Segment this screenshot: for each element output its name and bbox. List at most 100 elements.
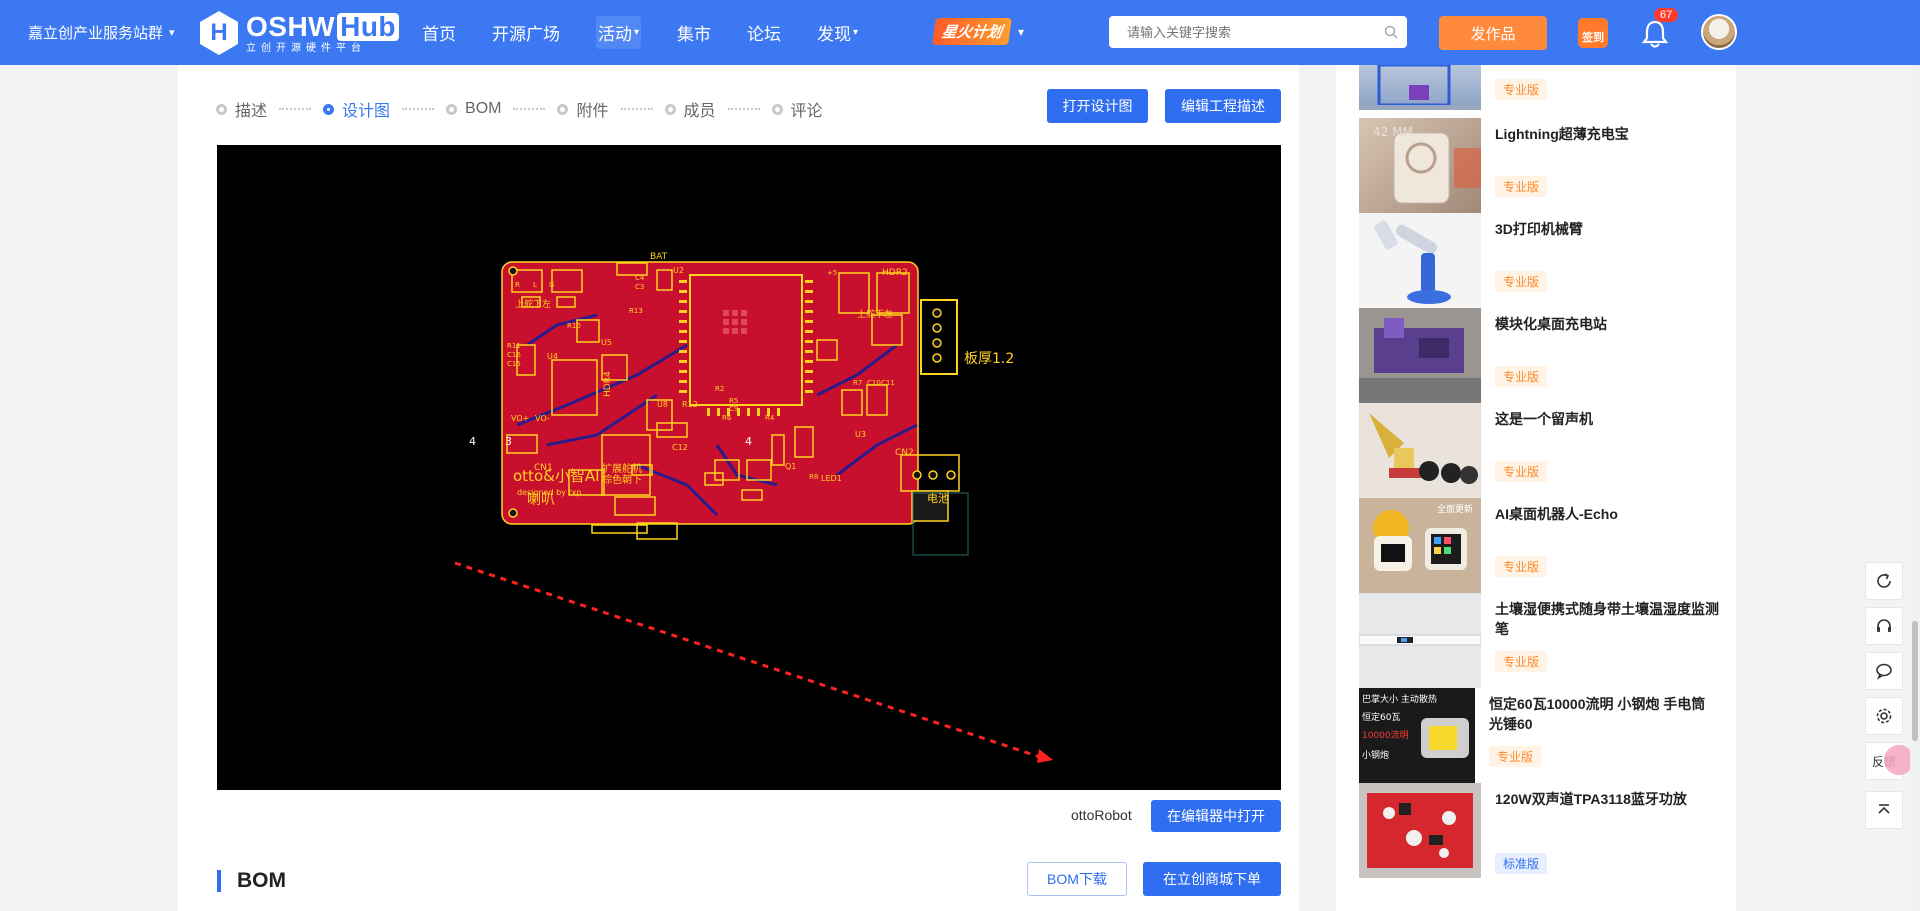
step-separator — [402, 108, 435, 110]
pcb-silk-r10: R10 — [567, 322, 581, 330]
pcb-silk-hdr4: HDR4 — [603, 371, 613, 397]
project-thumbnail — [1359, 403, 1481, 498]
pcb-designer-label: designed by txp — [517, 488, 581, 497]
pcb-silk-servo-dir-left: 上舵下左 — [515, 298, 551, 310]
project-card[interactable]: 3D打印机械臂 专业版 — [1359, 213, 1719, 308]
pcb-silk-vo-plus: VO+ — [511, 414, 529, 423]
pcb-silk-u2: U2 — [673, 266, 684, 275]
project-card-title: 模块化桌面充电站 — [1495, 316, 1607, 332]
pcb-silk-vo-minus: VO- — [535, 414, 550, 423]
pcb-silk-r8: R8 — [809, 473, 818, 481]
search-icon[interactable] — [1375, 25, 1407, 39]
bom-section-header: BOM — [217, 869, 286, 893]
pcb-silk-u8: U8 — [657, 400, 668, 409]
step-description[interactable]: 描述 — [216, 97, 267, 121]
edition-tag: 专业版 — [1495, 651, 1548, 672]
pcb-silk-q1: Q1 — [785, 462, 796, 471]
nav-forum[interactable]: 论坛 — [747, 20, 781, 45]
back-to-top-icon[interactable] — [1865, 791, 1903, 829]
step-comments[interactable]: 评论 — [771, 97, 823, 121]
pcb-design-viewer[interactable]: 扩展舵机 棕色朝下 喇叭 电池 上舵下左 上舵下左 HDR4 HDR2 CN1 … — [217, 145, 1281, 790]
project-thumbnail[interactable] — [1359, 63, 1481, 110]
open-in-editor-button[interactable]: 在编辑器中打开 — [1151, 800, 1281, 832]
logo-mark-icon: H — [200, 11, 238, 55]
pcb-silk-c4: C4 — [635, 274, 645, 282]
edition-tag: 专业版 — [1495, 556, 1548, 577]
chat-icon[interactable] — [1865, 652, 1903, 690]
scrollbar-thumb[interactable] — [1912, 621, 1918, 741]
pcb-silk-r12: R12 — [682, 400, 698, 409]
step-dot-icon — [216, 103, 227, 115]
nav-home[interactable]: 首页 — [422, 20, 456, 45]
pcb-silk-u5: U5 — [601, 338, 612, 347]
pcb-silk-hdr2: HDR2 — [882, 268, 908, 278]
section-accent-bar — [217, 870, 221, 892]
project-card-title: 恒定60瓦10000流明 小钢炮 手电筒光锤60 — [1489, 696, 1706, 732]
step-attachments-label: 附件 — [576, 103, 609, 120]
refresh-icon[interactable] — [1865, 562, 1903, 600]
project-thumbnail — [1359, 308, 1481, 403]
edit-description-button[interactable]: 编辑工程描述 — [1165, 89, 1281, 123]
pcb-thickness-label: 板厚1.2 — [964, 351, 1014, 367]
chevron-down-icon: ▾ — [634, 27, 640, 38]
edition-tag: 标准版 — [1495, 853, 1548, 874]
project-card[interactable]: 模块化桌面充电站 专业版 — [1359, 308, 1719, 403]
project-card-title: 土壤湿便携式随身带土壤温湿度监测笔 — [1495, 601, 1719, 637]
pcb-silk-battery: 电池 — [927, 492, 949, 505]
settings-icon[interactable] — [1865, 697, 1903, 735]
notification-bell-icon[interactable]: 67 — [1640, 8, 1679, 50]
nav-open-square-label: 开源广场 — [492, 25, 560, 44]
nav-market[interactable]: 集市 — [677, 20, 711, 45]
pcb-silk-r4: R4 — [765, 414, 775, 422]
project-card[interactable]: 巴掌大小 主动散热 恒定60瓦 10000流明 小钢炮 恒定60瓦10000流明… — [1359, 688, 1719, 783]
project-card-title: 120W双声道TPA3118蓝牙功放 — [1495, 791, 1687, 807]
nav-activity[interactable]: 活动 ▾ — [596, 16, 642, 49]
project-card-title: 这是一个留声机 — [1495, 411, 1593, 427]
step-attachments[interactable]: 附件 — [557, 97, 609, 121]
project-card[interactable]: 120W双声道TPA3118蓝牙功放 标准版 — [1359, 783, 1719, 878]
order-on-lcsc-button[interactable]: 在立创商城下单 — [1143, 862, 1281, 896]
project-thumbnail: 全面更新 — [1359, 498, 1481, 593]
feedback-button[interactable]: 反馈 — [1865, 742, 1914, 780]
thumb-caption: 小钢炮 — [1362, 749, 1389, 761]
open-design-button[interactable]: 打开设计图 — [1047, 89, 1148, 123]
step-dot-icon — [446, 103, 458, 115]
nav-open-square[interactable]: 开源广场 — [492, 20, 560, 45]
pcb-power-pins — [912, 470, 956, 480]
pcb-board-label: otto&小智AI — [513, 467, 600, 485]
step-separator — [727, 108, 760, 110]
org-selector[interactable]: 嘉立创产业服务站群 ▾ — [28, 22, 175, 43]
main-nav: 首页 开源广场 活动 ▾ 集市 论坛 发现 ▾ — [422, 0, 894, 65]
site-logo[interactable]: H OSHW Hub 立创开源硬件平台 — [200, 10, 400, 56]
pcb-render: 扩展舵机 棕色朝下 喇叭 电池 上舵下左 上舵下左 HDR4 HDR2 CN1 … — [454, 252, 1053, 763]
step-bom[interactable]: BOM — [446, 100, 501, 118]
checkin-calendar-icon[interactable]: 签到 — [1578, 18, 1608, 48]
project-card[interactable]: 42 MM Lightning超薄充电宝 专业版 — [1359, 118, 1719, 213]
pcb-silk-brown-down: 棕色朝下 — [602, 473, 642, 486]
publish-button[interactable]: 发作品 — [1439, 16, 1547, 50]
nav-activity-label: 活动 — [598, 25, 632, 44]
step-description-label: 描述 — [235, 103, 268, 120]
edition-tag: 专业版 — [1495, 366, 1548, 387]
project-thumbnail: 42 MM — [1359, 118, 1481, 213]
project-card[interactable]: 全面更新 AI桌面机器人-Echo 专业版 — [1359, 498, 1719, 593]
annotation-arrow-head — [1037, 749, 1053, 763]
pcb-silk-r-left: R — [515, 281, 520, 289]
step-design[interactable]: 设计图 — [323, 97, 390, 121]
search-input[interactable] — [1125, 23, 1375, 41]
pcb-silk-c15: C15 — [507, 360, 521, 368]
pcb-silk-cn2: CN2 — [895, 448, 914, 458]
project-card[interactable]: 这是一个留声机 专业版 — [1359, 403, 1719, 498]
spark-plan-menu[interactable]: 星火计划 ▾ — [932, 18, 1024, 45]
bom-download-button[interactable]: BOM下载 — [1027, 862, 1127, 896]
page-scrollbar[interactable] — [1910, 65, 1920, 911]
project-card[interactable]: 土壤湿便携式随身带土壤温湿度监测笔 专业版 — [1359, 593, 1719, 688]
edition-tag: 专业版 — [1495, 79, 1548, 100]
nav-discover[interactable]: 发现 ▾ — [817, 20, 858, 45]
project-section-steps: 描述 设计图 BOM 附件 成员 评论 — [216, 97, 823, 121]
headset-icon[interactable] — [1865, 607, 1903, 645]
step-members[interactable]: 成员 — [664, 97, 716, 121]
user-avatar[interactable] — [1701, 14, 1737, 50]
pcb-silk-u4: U4 — [547, 352, 558, 361]
logo-brand: OSHW — [246, 10, 336, 42]
